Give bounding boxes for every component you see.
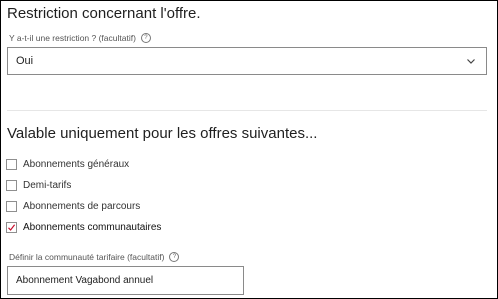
- community-field-label: Définir la communauté tarifaire (faculta…: [9, 252, 180, 262]
- section-divider: [7, 110, 487, 111]
- chevron-down-icon: [466, 56, 476, 66]
- restriction-title: Restriction concernant l'offre.: [7, 5, 201, 22]
- info-icon[interactable]: ?: [169, 252, 180, 262]
- restriction-label-text: Y a-t-il une restriction ? (facultatif): [9, 33, 136, 43]
- checkbox-label: Abonnements de parcours: [23, 201, 141, 212]
- checkbox[interactable]: [6, 159, 17, 170]
- checkbox-option-general[interactable]: Abonnements généraux: [6, 159, 129, 170]
- checkmark-icon: [8, 224, 16, 231]
- community-input[interactable]: Abonnement Vagabond annuel: [7, 266, 244, 295]
- checkbox-option-half-fare[interactable]: Demi-tarifs: [6, 180, 71, 191]
- checkbox-label: Demi-tarifs: [23, 180, 72, 191]
- restriction-field-label: Y a-t-il une restriction ? (facultatif) …: [9, 33, 151, 43]
- checkbox-label: Abonnements communautaires: [23, 222, 162, 233]
- checkbox[interactable]: [6, 180, 17, 191]
- checkbox-checked[interactable]: [6, 222, 17, 233]
- valid-offers-title: Valable uniquement pour les offres suiva…: [7, 125, 318, 142]
- checkbox-option-community[interactable]: Abonnements communautaires: [6, 222, 161, 233]
- info-icon[interactable]: ?: [140, 33, 151, 43]
- community-label-text: Définir la communauté tarifaire (faculta…: [9, 252, 165, 262]
- restriction-select-value: Oui: [16, 55, 34, 67]
- community-input-value: Abonnement Vagabond annuel: [16, 275, 154, 286]
- checkbox[interactable]: [6, 201, 17, 212]
- checkbox-label: Abonnements généraux: [23, 159, 130, 170]
- checkbox-option-route[interactable]: Abonnements de parcours: [6, 201, 140, 212]
- restriction-select[interactable]: Oui: [7, 47, 487, 75]
